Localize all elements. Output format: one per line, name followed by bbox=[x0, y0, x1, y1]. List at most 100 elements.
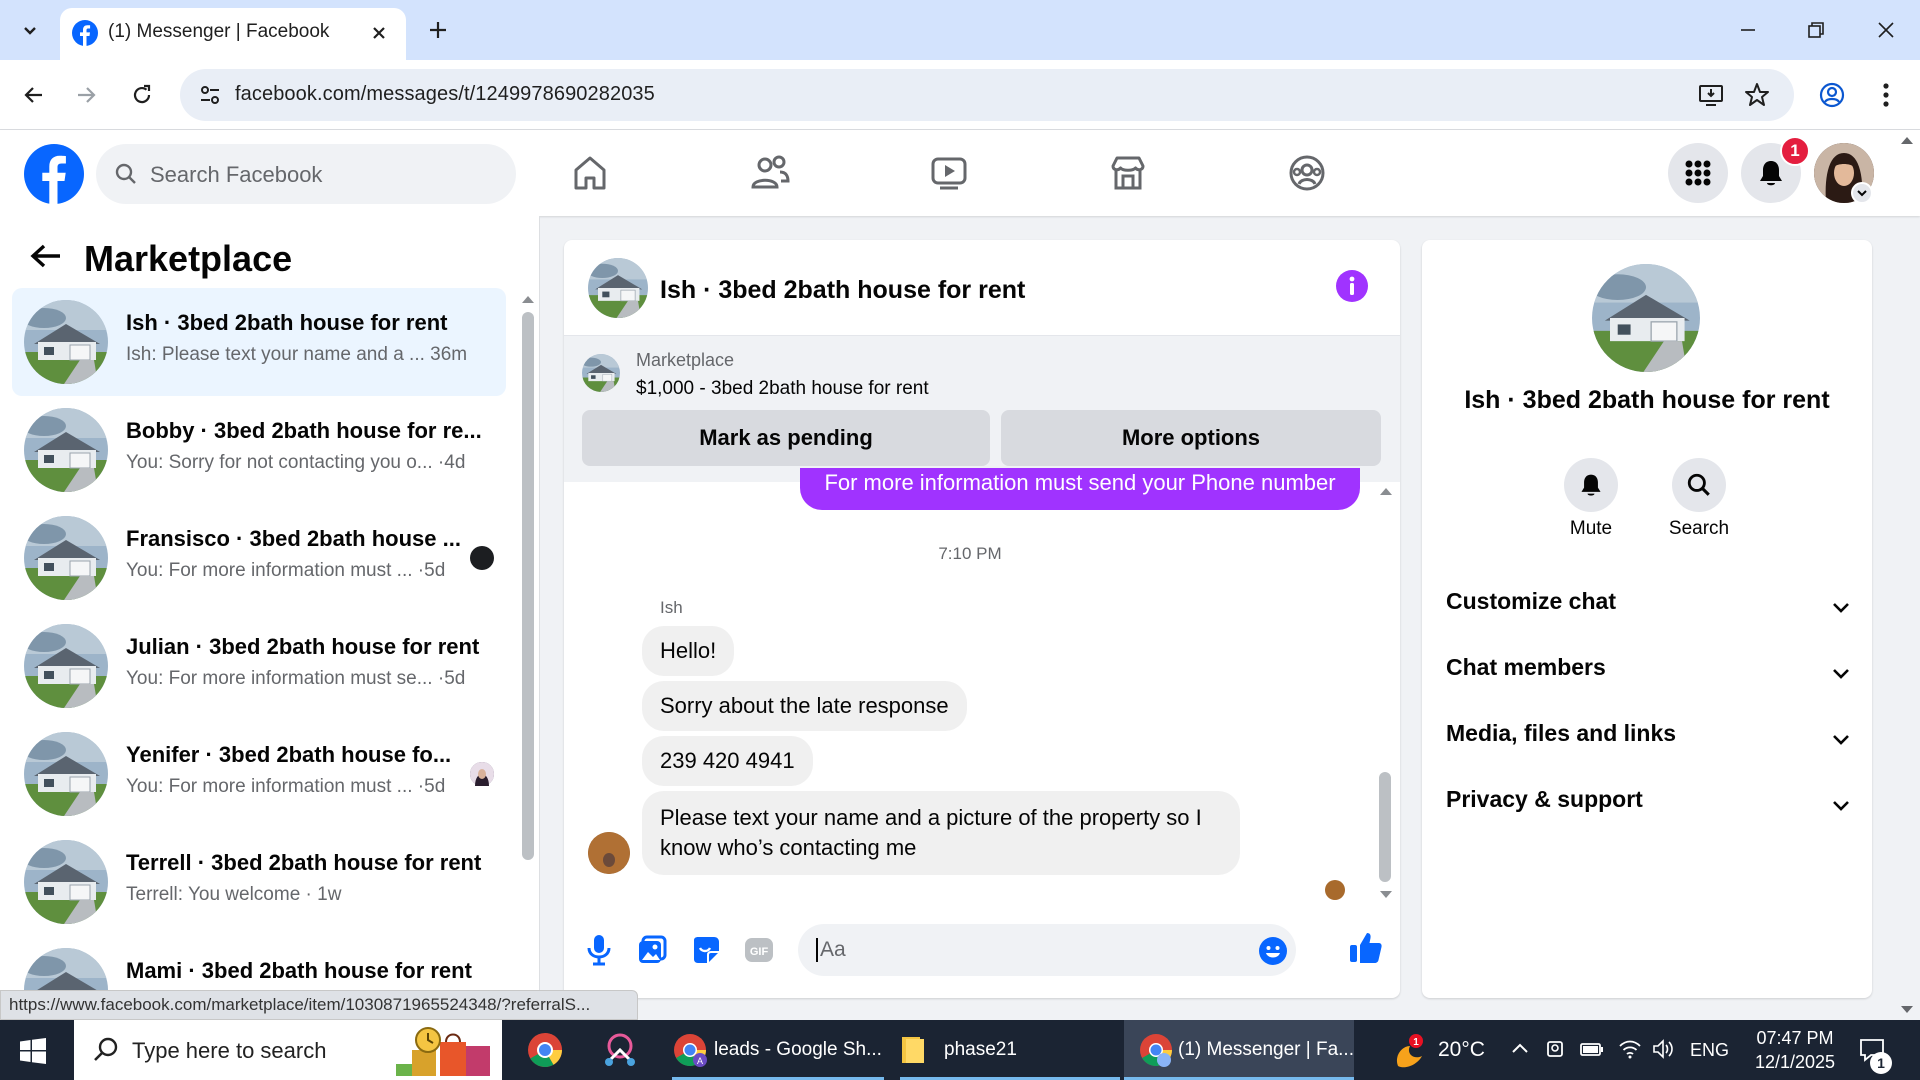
listing-title[interactable]: $1,000 - 3bed 2bath house for rent bbox=[636, 378, 929, 400]
battery-icon[interactable] bbox=[1580, 1038, 1604, 1060]
account-chevron-icon[interactable] bbox=[1851, 182, 1873, 204]
language-indicator[interactable]: ENG bbox=[1690, 1040, 1729, 1061]
received-message-bubble[interactable]: Please text your name and a picture of t… bbox=[642, 791, 1240, 875]
conversation-item[interactable]: Ish · 3bed 2bath house for rent Ish: Ple… bbox=[12, 288, 506, 396]
chat-scrollbar[interactable] bbox=[1379, 772, 1391, 882]
received-message-bubble[interactable]: Hello! bbox=[642, 626, 735, 676]
taskbar-app-sheets[interactable]: A leads - Google Sh... bbox=[672, 1020, 884, 1080]
url-text[interactable]: facebook.com/messages/t/1249978690282035 bbox=[235, 83, 655, 106]
facebook-logo-icon[interactable] bbox=[24, 144, 84, 204]
seen-status-avatar bbox=[470, 546, 494, 570]
conversation-item[interactable]: Bobby · 3bed 2bath house for re... You: … bbox=[12, 396, 506, 504]
emoji-icon[interactable] bbox=[1258, 936, 1288, 966]
page-scroll-down-icon[interactable] bbox=[1900, 1004, 1914, 1016]
back-arrow-icon[interactable] bbox=[28, 238, 64, 274]
show-hidden-icons-chevron-icon[interactable] bbox=[1510, 1038, 1530, 1058]
section-label: Chat members bbox=[1446, 654, 1606, 680]
sender-avatar[interactable] bbox=[588, 832, 630, 874]
like-thumbs-up-icon[interactable] bbox=[1348, 930, 1384, 966]
snipping-tool-icon[interactable] bbox=[602, 1032, 638, 1068]
profile-icon[interactable] bbox=[1812, 75, 1852, 115]
conversation-item[interactable]: Fransisco · 3bed 2bath house ... You: Fo… bbox=[12, 504, 506, 612]
new-tab-plus-icon[interactable] bbox=[418, 10, 458, 50]
svg-text:GIF: GIF bbox=[750, 946, 769, 958]
taskbar-search-input[interactable]: Type here to search bbox=[74, 1020, 502, 1080]
volume-icon[interactable] bbox=[1652, 1038, 1676, 1060]
friends-icon[interactable] bbox=[745, 150, 795, 196]
video-icon[interactable] bbox=[924, 150, 974, 196]
privacy-support-section[interactable]: Privacy & support bbox=[1446, 786, 1852, 832]
search-in-conversation-button[interactable] bbox=[1672, 458, 1726, 512]
page-scroll-up-icon[interactable] bbox=[1900, 134, 1914, 146]
menu-grid-button[interactable] bbox=[1668, 143, 1728, 203]
photo-icon[interactable] bbox=[636, 934, 668, 966]
scroll-up-arrow-icon[interactable] bbox=[521, 294, 535, 304]
conversation-list-scrollbar[interactable] bbox=[522, 312, 534, 860]
clock[interactable]: 07:47 PM 12/1/2025 bbox=[1740, 1026, 1850, 1074]
chat-title[interactable]: Ish · 3bed 2bath house for rent bbox=[660, 276, 1025, 305]
browser-tab-strip: (1) Messenger | Facebook bbox=[0, 0, 1920, 60]
media-files-links-section[interactable]: Media, files and links bbox=[1446, 720, 1852, 766]
microphone-icon[interactable] bbox=[584, 932, 614, 966]
more-options-button[interactable]: More options bbox=[1001, 410, 1381, 466]
conversation-item[interactable]: Yenifer · 3bed 2bath house fo... You: Fo… bbox=[12, 720, 506, 828]
info-avatar[interactable] bbox=[1592, 264, 1700, 372]
chat-header: Ish · 3bed 2bath house for rent bbox=[564, 240, 1400, 336]
meet-now-icon[interactable] bbox=[1544, 1038, 1566, 1060]
taskbar-app-folder[interactable]: phase21 bbox=[900, 1020, 1120, 1080]
svg-text:A: A bbox=[697, 1056, 703, 1066]
marketplace-icon[interactable] bbox=[1103, 150, 1153, 196]
chat-members-section[interactable]: Chat members bbox=[1446, 654, 1852, 700]
forward-arrow-icon[interactable] bbox=[66, 75, 106, 115]
restore-window-icon[interactable] bbox=[1796, 10, 1836, 50]
received-message-bubble[interactable]: 239 420 4941 bbox=[642, 736, 813, 786]
weather-icon[interactable]: 1 bbox=[1392, 1032, 1428, 1068]
gif-icon[interactable]: GIF bbox=[744, 936, 774, 964]
address-bar[interactable]: facebook.com/messages/t/1249978690282035 bbox=[180, 69, 1794, 121]
facebook-search-input[interactable]: Search Facebook bbox=[96, 144, 516, 204]
customize-chat-section[interactable]: Customize chat bbox=[1446, 588, 1852, 634]
mute-button[interactable] bbox=[1564, 458, 1618, 512]
close-window-icon[interactable] bbox=[1866, 10, 1906, 50]
folder-icon bbox=[902, 1037, 924, 1063]
conversation-item[interactable]: Terrell · 3bed 2bath house for rent Terr… bbox=[12, 828, 506, 936]
search-icon bbox=[1687, 473, 1710, 496]
taskbar-app-messenger[interactable]: (1) Messenger | Fa... bbox=[1124, 1020, 1354, 1080]
section-label: Privacy & support bbox=[1446, 786, 1643, 812]
sticker-icon[interactable] bbox=[690, 934, 722, 966]
back-arrow-icon[interactable] bbox=[14, 75, 54, 115]
chat-avatar[interactable] bbox=[588, 258, 648, 318]
browser-tab-messenger[interactable]: (1) Messenger | Facebook bbox=[60, 8, 406, 60]
chat-info-panel: Ish · 3bed 2bath house for rent Mute Sea… bbox=[1422, 240, 1872, 998]
conversation-item[interactable]: Julian · 3bed 2bath house for rent You: … bbox=[12, 612, 506, 720]
bookmark-star-icon[interactable] bbox=[1744, 82, 1770, 108]
listing-thumbnail[interactable] bbox=[582, 354, 620, 392]
info-icon[interactable] bbox=[1336, 270, 1368, 302]
listing-thumbnail bbox=[24, 408, 108, 492]
grid-icon bbox=[1685, 160, 1711, 186]
sent-message-text: For more information must send your Phon… bbox=[824, 470, 1336, 495]
chrome-taskbar-icon[interactable] bbox=[527, 1032, 563, 1068]
home-icon[interactable] bbox=[565, 150, 615, 196]
message-input[interactable]: Aa bbox=[798, 924, 1296, 976]
read-receipt-avatar bbox=[1325, 880, 1345, 900]
install-app-icon[interactable] bbox=[1698, 82, 1724, 108]
groups-icon[interactable] bbox=[1282, 150, 1332, 196]
sent-message-bubble[interactable]: For more information must send your Phon… bbox=[800, 468, 1360, 510]
received-message-bubble[interactable]: Sorry about the late response bbox=[642, 681, 967, 731]
close-tab-icon[interactable] bbox=[366, 20, 392, 46]
conversation-snippet: You: Sorry for not contacting you o... ·… bbox=[126, 452, 466, 473]
minimize-window-icon[interactable] bbox=[1728, 10, 1768, 50]
temperature-text[interactable]: 20°C bbox=[1438, 1038, 1485, 1062]
browser-menu-icon[interactable] bbox=[1866, 75, 1906, 115]
reload-icon[interactable] bbox=[122, 75, 162, 115]
chrome-profile-icon: A bbox=[674, 1034, 707, 1067]
tab-title: (1) Messenger | Facebook bbox=[108, 21, 330, 42]
scroll-down-arrow-icon[interactable] bbox=[1379, 890, 1393, 900]
wifi-icon[interactable] bbox=[1618, 1038, 1642, 1060]
site-info-icon[interactable] bbox=[198, 83, 222, 107]
windows-start-icon[interactable] bbox=[20, 1038, 46, 1064]
scroll-up-arrow-icon[interactable] bbox=[1379, 486, 1393, 496]
mark-as-pending-button[interactable]: Mark as pending bbox=[582, 410, 990, 466]
tab-search-chevron-icon[interactable] bbox=[10, 10, 50, 50]
